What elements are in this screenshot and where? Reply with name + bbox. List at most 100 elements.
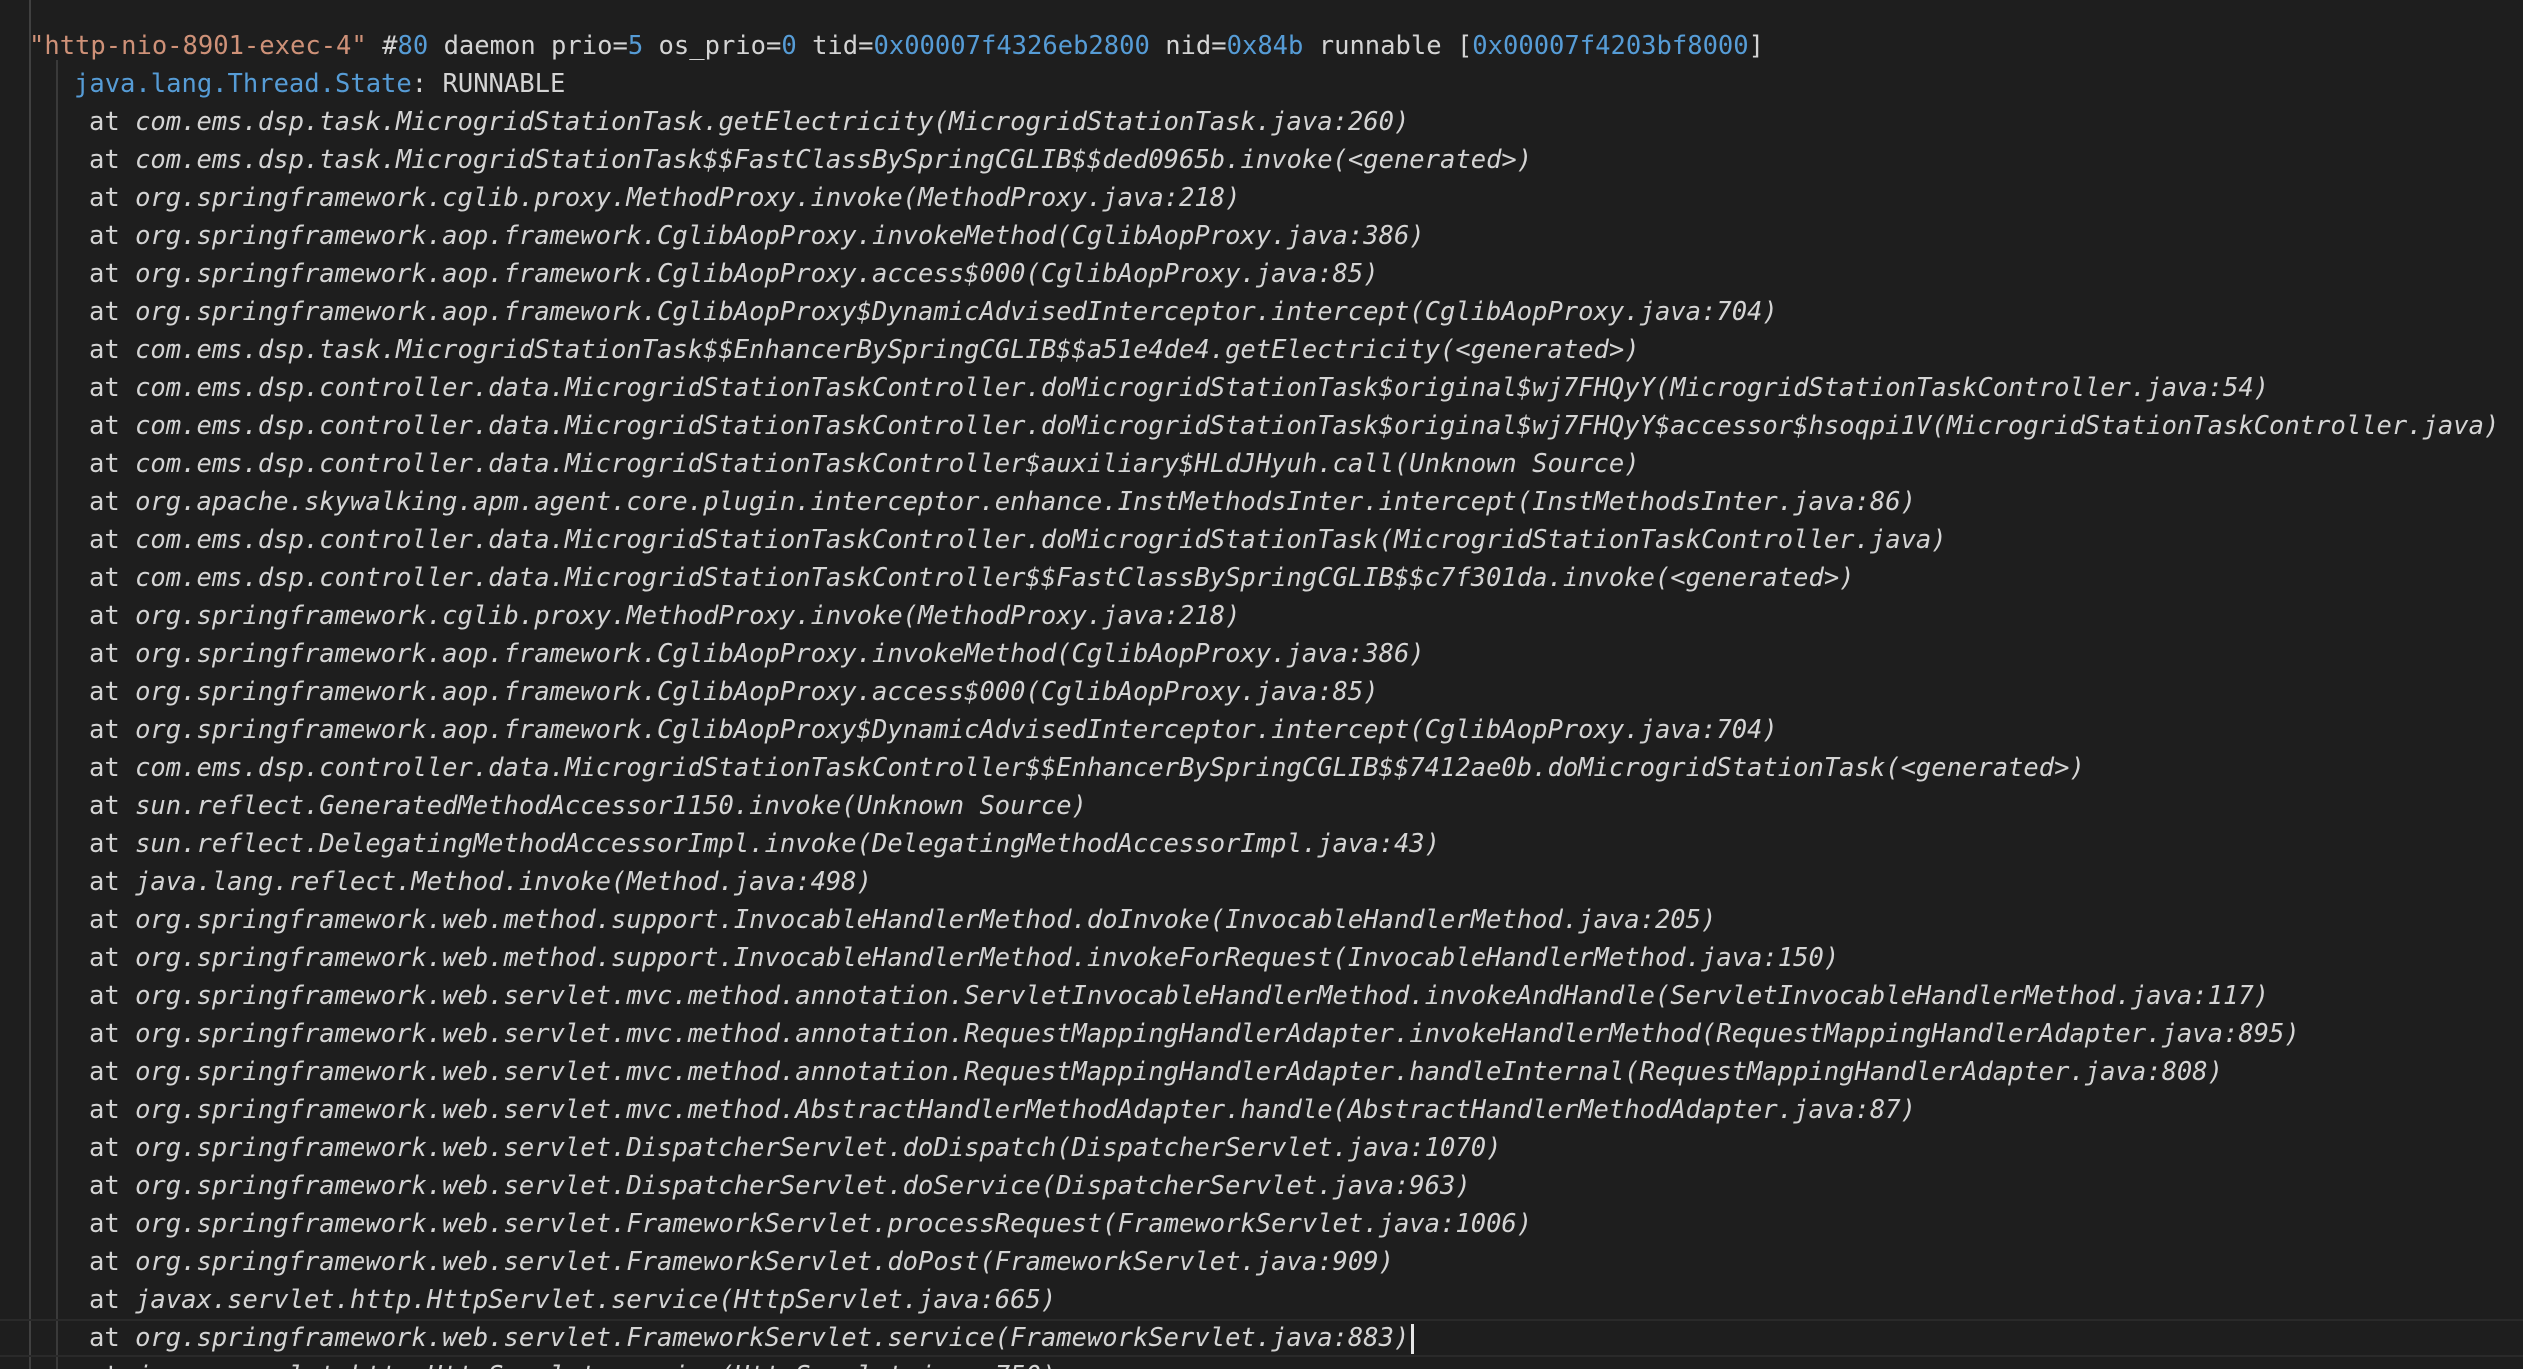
stack-frame-text: org.springframework.web.method.support.I… bbox=[135, 943, 1840, 973]
stack-frame-text: org.springframework.web.servlet.mvc.meth… bbox=[135, 1095, 1916, 1125]
at-keyword: at bbox=[89, 867, 136, 897]
stack-frame-line[interactable]: at org.springframework.web.servlet.mvc.m… bbox=[0, 977, 2269, 1015]
stack-frame-line[interactable]: at com.ems.dsp.task.MicrogridStationTask… bbox=[0, 103, 1409, 141]
stack-frame-text: org.springframework.web.servlet.Framewor… bbox=[135, 1209, 1533, 1239]
thread-state-line[interactable]: java.lang.Thread.State: RUNNABLE bbox=[0, 65, 565, 103]
at-keyword: at bbox=[89, 1361, 135, 1369]
stack-frame-text: com.ems.dsp.controller.data.MicrogridSta… bbox=[135, 411, 2500, 441]
at-keyword: at bbox=[89, 791, 136, 821]
at-keyword: at bbox=[89, 297, 136, 327]
stack-frame-line[interactable]: at com.ems.dsp.controller.data.Microgrid… bbox=[0, 749, 2085, 787]
at-keyword: at bbox=[89, 221, 136, 251]
stack-frame-line[interactable]: at org.springframework.web.servlet.mvc.m… bbox=[0, 1015, 2300, 1053]
at-keyword: at bbox=[89, 259, 136, 289]
stack-frame-line[interactable]: at org.springframework.web.method.suppor… bbox=[0, 901, 1716, 939]
prio-value: 5 bbox=[627, 31, 644, 61]
stack-frame-text: org.springframework.aop.framework.CglibA… bbox=[135, 297, 1778, 327]
stack-frame-line[interactable]: at javax.servlet.http.HttpServlet.servic… bbox=[0, 1281, 1056, 1319]
stack-frame-text: org.springframework.web.servlet.Framewor… bbox=[135, 1247, 1394, 1277]
stack-frame-line[interactable]: at org.springframework.web.servlet.Dispa… bbox=[0, 1129, 1501, 1167]
at-keyword: at bbox=[89, 639, 136, 669]
at-keyword: at bbox=[89, 1285, 136, 1315]
stack-frame-text: sun.reflect.GeneratedMethodAccessor1150.… bbox=[135, 791, 1087, 821]
at-keyword: at bbox=[89, 943, 136, 973]
at-keyword: at bbox=[89, 905, 136, 935]
at-keyword: at bbox=[89, 487, 136, 517]
text-cursor bbox=[1411, 1324, 1415, 1354]
stack-frame-text: org.springframework.cglib.proxy.MethodPr… bbox=[135, 183, 1241, 213]
stack-frame-line[interactable]: at javax.servlet.http.HttpServlet.servic… bbox=[0, 1357, 1056, 1369]
at-keyword: at bbox=[89, 335, 136, 365]
stack-frame-line[interactable]: at org.springframework.aop.framework.Cgl… bbox=[0, 293, 1778, 331]
stack-frame-text: org.springframework.web.servlet.mvc.meth… bbox=[135, 1057, 2223, 1087]
stack-frame-line[interactable]: at org.springframework.web.servlet.Dispa… bbox=[0, 1167, 1471, 1205]
stack-frame-line[interactable]: at org.springframework.web.servlet.Frame… bbox=[0, 1205, 1532, 1243]
at-keyword: at bbox=[89, 373, 136, 403]
stack-frame-line[interactable]: at org.springframework.cglib.proxy.Metho… bbox=[0, 597, 1240, 635]
stack-frame-line[interactable]: at org.springframework.aop.framework.Cgl… bbox=[0, 255, 1379, 293]
stack-frame-line[interactable]: at org.springframework.web.servlet.Frame… bbox=[0, 1243, 1394, 1281]
at-keyword: at bbox=[89, 1133, 136, 1163]
stack-frame-line[interactable]: at org.springframework.web.servlet.mvc.m… bbox=[0, 1091, 1916, 1129]
thread-state-key: java.lang.Thread.State bbox=[74, 69, 412, 99]
stack-frame-line[interactable]: at org.springframework.web.method.suppor… bbox=[0, 939, 1839, 977]
os-prio-key: os_prio= bbox=[658, 31, 782, 61]
at-keyword: at bbox=[89, 715, 136, 745]
nid-value: 0x84b bbox=[1226, 31, 1304, 61]
os-prio-value: 0 bbox=[781, 31, 797, 61]
stack-frame-line[interactable]: at org.springframework.web.servlet.Frame… bbox=[0, 1319, 2523, 1357]
addr-close-bracket: ] bbox=[1748, 31, 1764, 61]
at-keyword: at bbox=[89, 183, 136, 213]
stack-frame-line[interactable]: at com.ems.dsp.controller.data.Microgrid… bbox=[0, 407, 2499, 445]
stack-frame-line[interactable]: at org.springframework.aop.framework.Cgl… bbox=[0, 711, 1778, 749]
stack-frame-line[interactable]: at java.lang.reflect.Method.invoke(Metho… bbox=[0, 863, 872, 901]
stack-frame-line[interactable]: at com.ems.dsp.controller.data.Microgrid… bbox=[0, 369, 2269, 407]
stack-frame-line[interactable]: at org.springframework.cglib.proxy.Metho… bbox=[0, 179, 1240, 217]
stack-frame-line[interactable]: at com.ems.dsp.task.MicrogridStationTask… bbox=[0, 141, 1532, 179]
stack-frame-text: org.springframework.cglib.proxy.MethodPr… bbox=[135, 601, 1241, 631]
at-keyword: at bbox=[89, 449, 136, 479]
thread-header-line[interactable]: "http-nio-8901-exec-4" #80 daemon prio=5… bbox=[0, 27, 1764, 65]
stack-frame-line[interactable]: at com.ems.dsp.task.MicrogridStationTask… bbox=[0, 331, 1640, 369]
stack-frame-text: org.apache.skywalking.apm.agent.core.plu… bbox=[135, 487, 1916, 517]
stack-frame-text: org.springframework.web.servlet.Dispatch… bbox=[135, 1133, 1502, 1163]
stack-frame-line[interactable]: at com.ems.dsp.controller.data.Microgrid… bbox=[0, 559, 1855, 597]
stack-frame-text: org.springframework.web.servlet.mvc.meth… bbox=[135, 1019, 2300, 1049]
at-keyword: at bbox=[89, 1209, 136, 1239]
at-keyword: at bbox=[89, 107, 136, 137]
addr-open-bracket: [ bbox=[1456, 31, 1473, 61]
stack-frame-line[interactable]: at sun.reflect.GeneratedMethodAccessor11… bbox=[0, 787, 1087, 825]
stack-frame-text: org.springframework.web.servlet.Dispatch… bbox=[135, 1171, 1471, 1201]
stack-frame-line[interactable]: at sun.reflect.DelegatingMethodAccessorI… bbox=[0, 825, 1440, 863]
thread-state-sep: : bbox=[411, 69, 443, 99]
stack-frame-text: com.ems.dsp.controller.data.MicrogridSta… bbox=[135, 449, 1640, 479]
thread-num: 80 bbox=[397, 31, 429, 61]
at-keyword: at bbox=[89, 753, 136, 783]
at-keyword: at bbox=[89, 1171, 136, 1201]
stack-frame-text: org.springframework.web.method.support.I… bbox=[135, 905, 1717, 935]
stack-frame-text: org.springframework.aop.framework.CglibA… bbox=[135, 715, 1778, 745]
stack-frame-text: org.springframework.aop.framework.CglibA… bbox=[135, 259, 1379, 289]
stack-frame-line[interactable]: at com.ems.dsp.controller.data.Microgrid… bbox=[0, 445, 1640, 483]
stack-frame-line[interactable]: at com.ems.dsp.controller.data.Microgrid… bbox=[0, 521, 1947, 559]
stack-frame-text: com.ems.dsp.task.MicrogridStationTask$$E… bbox=[135, 335, 1640, 365]
stack-frame-text: com.ems.dsp.controller.data.MicrogridSta… bbox=[135, 563, 1855, 593]
code-editor[interactable]: "http-nio-8901-exec-4" #80 daemon prio=5… bbox=[0, 0, 2523, 1369]
stack-frame-line[interactable]: at org.springframework.aop.framework.Cgl… bbox=[0, 635, 1425, 673]
stack-frame-text: javax.servlet.http.HttpServlet.service(H… bbox=[135, 1361, 1056, 1369]
stack-frame-line[interactable]: at org.springframework.aop.framework.Cgl… bbox=[0, 673, 1379, 711]
at-keyword: at bbox=[89, 1057, 136, 1087]
tid-value: 0x00007f4326eb2800 bbox=[873, 31, 1150, 61]
at-keyword: at bbox=[89, 525, 136, 555]
at-keyword: at bbox=[89, 981, 136, 1011]
stack-frame-text: org.springframework.aop.framework.CglibA… bbox=[135, 221, 1425, 251]
stack-frame-line[interactable]: at org.apache.skywalking.apm.agent.core.… bbox=[0, 483, 1916, 521]
at-keyword: at bbox=[89, 601, 136, 631]
stack-frame-text: com.ems.dsp.task.MicrogridStationTask.ge… bbox=[135, 107, 1410, 137]
thread-name: "http-nio-8901-exec-4" bbox=[29, 31, 367, 61]
stack-frame-text: org.springframework.aop.framework.CglibA… bbox=[135, 639, 1425, 669]
stack-frame-text: java.lang.reflect.Method.invoke(Method.j… bbox=[135, 867, 872, 897]
stack-frame-line[interactable]: at org.springframework.web.servlet.mvc.m… bbox=[0, 1053, 2223, 1091]
stack-frame-text: org.springframework.web.servlet.mvc.meth… bbox=[135, 981, 2270, 1011]
stack-frame-line[interactable]: at org.springframework.aop.framework.Cgl… bbox=[0, 217, 1425, 255]
